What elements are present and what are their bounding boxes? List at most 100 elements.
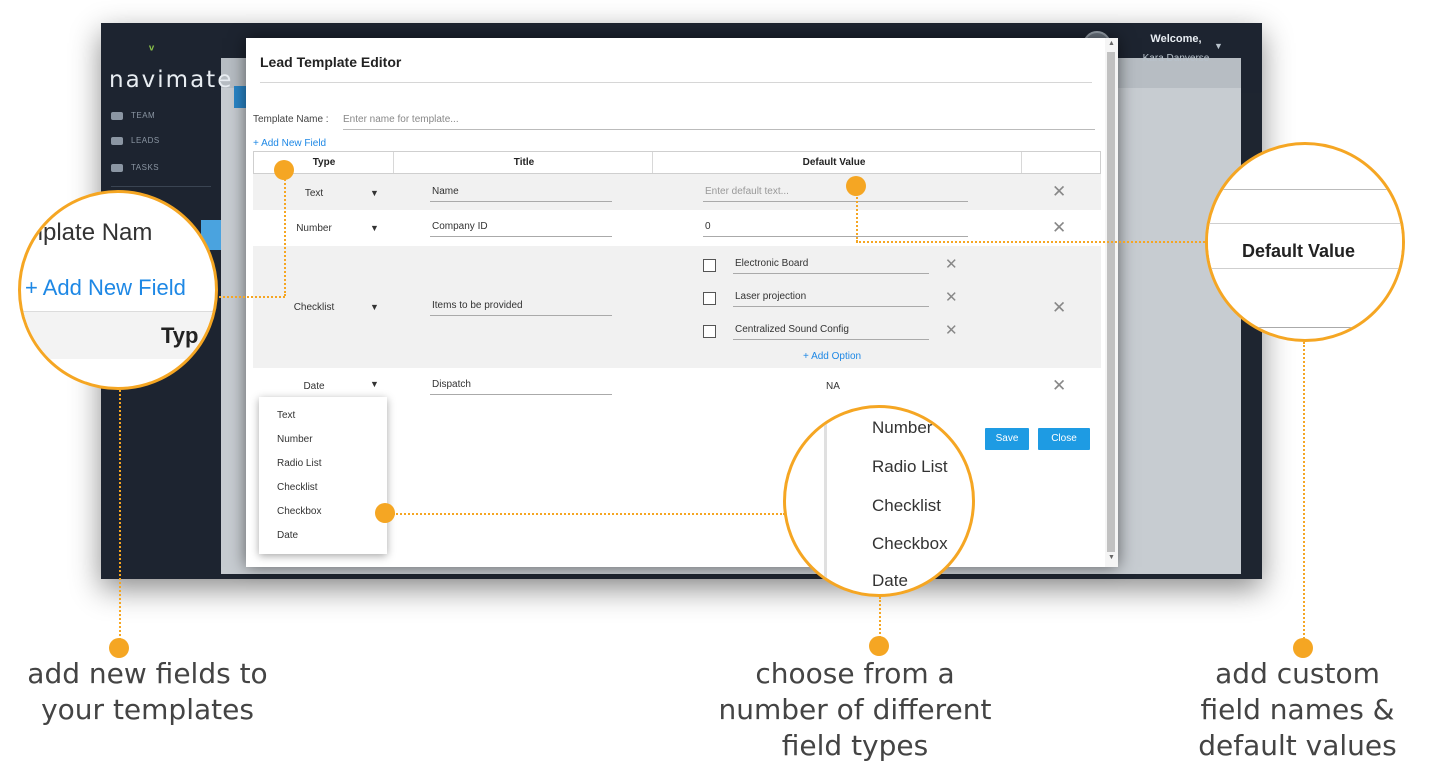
caption-line: add new fields to xyxy=(27,657,268,690)
divider xyxy=(1208,189,1402,190)
welcome-text: Welcome, xyxy=(1150,33,1202,45)
menu-item-number[interactable]: Number xyxy=(277,434,313,445)
caption-line: your templates xyxy=(41,693,254,726)
highlight-dot xyxy=(274,160,294,180)
row-default-field[interactable]: Enter default text... xyxy=(703,184,968,202)
close-icon[interactable]: ✕ xyxy=(1052,219,1066,236)
magnified-template-name-label: mplate Nam xyxy=(23,219,153,246)
row-title-field[interactable]: Company ID xyxy=(430,219,612,237)
arrow-up-icon[interactable]: ▲ xyxy=(1108,40,1115,47)
option-checkbox[interactable] xyxy=(703,325,716,338)
caption-custom-names: add custom field names & default values xyxy=(1170,656,1425,764)
magnified-menu-item: Date xyxy=(872,571,908,590)
sidebar-item-label: TASKS xyxy=(131,163,160,172)
row-type-select[interactable]: Checklist xyxy=(269,302,359,313)
row-default-value: NA xyxy=(826,381,840,392)
option-field[interactable]: Laser projection xyxy=(733,289,929,307)
divider xyxy=(260,82,1092,83)
connector-line xyxy=(215,296,285,298)
divider xyxy=(824,408,827,594)
chevron-down-icon[interactable]: ▼ xyxy=(370,302,379,312)
row-type-select[interactable]: Text xyxy=(269,188,359,199)
caption-line: number of different xyxy=(718,693,992,726)
caption-line: add custom xyxy=(1215,657,1380,690)
option-field[interactable]: Centralized Sound Config xyxy=(733,322,929,340)
option-checkbox[interactable] xyxy=(703,292,716,305)
connector-line xyxy=(856,190,858,242)
add-option-link[interactable]: + Add Option xyxy=(803,351,861,362)
sidebar-item-tasks[interactable]: TASKS xyxy=(111,163,159,172)
close-icon[interactable]: ✕ xyxy=(1052,183,1066,200)
menu-item-date[interactable]: Date xyxy=(277,530,298,541)
divider xyxy=(652,152,653,173)
connector-line xyxy=(119,390,121,644)
row-default-field[interactable]: 0 xyxy=(703,219,968,237)
highlight-dot xyxy=(375,503,395,523)
chevron-down-icon[interactable]: ▼ xyxy=(370,223,379,233)
highlight-dot xyxy=(109,638,129,658)
close-icon[interactable]: ✕ xyxy=(945,257,958,272)
divider xyxy=(1208,327,1402,328)
magnified-menu-item: Radio List xyxy=(872,457,948,476)
user-name[interactable]: Kara Danverse xyxy=(1121,53,1231,64)
sidebar-item-label: LEADS xyxy=(131,136,160,145)
menu-item-checkbox[interactable]: Checkbox xyxy=(277,506,321,517)
highlight-dot xyxy=(869,636,889,656)
option-field[interactable]: Electronic Board xyxy=(733,256,929,274)
team-icon xyxy=(111,111,123,120)
scrollbar[interactable]: ▲ ▼ xyxy=(1105,38,1118,567)
magnifier-field-types: Number Radio List Checklist Checkbox Dat… xyxy=(783,405,975,597)
row-title-field[interactable]: Items to be provided xyxy=(430,298,612,316)
option-checkbox[interactable] xyxy=(703,259,716,272)
magnified-default-value-header: Default Value xyxy=(1242,241,1356,261)
row-type-select[interactable]: Date xyxy=(269,381,359,392)
highlight-dot xyxy=(1293,638,1313,658)
logo-mark-icon: ᵛ xyxy=(149,41,155,57)
menu-item-text[interactable]: Text xyxy=(277,410,295,421)
close-button[interactable]: Close xyxy=(1038,428,1090,450)
magnified-type-header: Typ xyxy=(161,323,199,348)
close-icon[interactable]: ✕ xyxy=(1052,377,1066,394)
magnified-add-new-field: + Add New Field xyxy=(25,275,186,300)
table-header: Type Title Default Value xyxy=(253,151,1101,174)
magnified-menu-item: Checkbox xyxy=(872,534,948,553)
table-row xyxy=(253,246,1101,368)
add-new-field-link[interactable]: + Add New Field xyxy=(253,138,326,149)
column-header-type: Type xyxy=(312,157,336,168)
close-icon[interactable]: ✕ xyxy=(1052,299,1066,316)
close-icon[interactable]: ✕ xyxy=(945,290,958,305)
sidebar-divider xyxy=(111,186,211,187)
magnifier-default-value: Default Value xyxy=(1205,142,1405,342)
template-name-input[interactable] xyxy=(343,110,1095,130)
caption-line: field types xyxy=(781,729,929,762)
caption-field-types: choose from a number of different field … xyxy=(700,656,1010,764)
modal-title: Lead Template Editor xyxy=(260,54,402,70)
chevron-down-icon[interactable]: ▼ xyxy=(1214,41,1223,51)
caption-line: choose from a xyxy=(755,657,955,690)
lead-template-editor-modal: Lead Template Editor Template Name : + A… xyxy=(246,38,1118,567)
menu-item-radio-list[interactable]: Radio List xyxy=(277,458,321,469)
caption-add-fields: add new fields to your templates xyxy=(10,656,285,728)
arrow-down-icon[interactable]: ▼ xyxy=(1108,554,1115,561)
row-title-field[interactable]: Name xyxy=(430,184,612,202)
magnified-menu-item: Number xyxy=(872,418,933,437)
logo: navimate xyxy=(109,67,234,93)
connector-line xyxy=(393,513,785,515)
sidebar-item-leads[interactable]: LEADS xyxy=(111,136,160,145)
caption-line: default values xyxy=(1198,729,1397,762)
chevron-down-icon[interactable]: ▼ xyxy=(370,188,379,198)
column-header-title: Title xyxy=(513,157,535,168)
scrollbar-thumb[interactable] xyxy=(1107,52,1115,552)
magnified-menu-item: Checklist xyxy=(872,496,941,515)
sidebar-item-team[interactable]: TEAM xyxy=(111,111,155,120)
connector-line xyxy=(856,241,1208,243)
row-title-field[interactable]: Dispatch xyxy=(430,377,612,395)
save-button[interactable]: Save xyxy=(985,428,1029,450)
close-icon[interactable]: ✕ xyxy=(945,323,958,338)
type-dropdown-menu: Text Number Radio List Checklist Checkbo… xyxy=(259,397,387,554)
magnifier-add-field: mplate Nam + Add New Field Typ xyxy=(18,190,218,390)
leads-icon xyxy=(111,136,123,145)
menu-item-checklist[interactable]: Checklist xyxy=(277,482,318,493)
row-type-select[interactable]: Number xyxy=(269,223,359,234)
chevron-down-icon[interactable]: ▼ xyxy=(370,379,379,389)
